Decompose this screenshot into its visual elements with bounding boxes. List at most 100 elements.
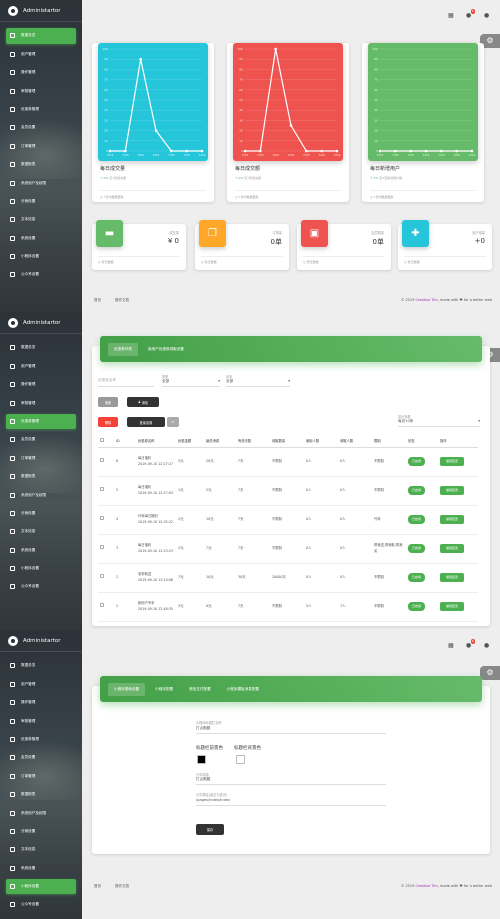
- sidebar-item[interactable]: 公众号设置: [6, 267, 76, 283]
- sidebar-item[interactable]: 文本信息: [6, 842, 76, 858]
- fg-color-swatch[interactable]: [197, 755, 206, 764]
- row-checkbox[interactable]: [100, 545, 104, 550]
- sidebar-item[interactable]: 数据报表: [6, 469, 76, 485]
- sidebar-item[interactable]: 系统设置: [6, 542, 76, 558]
- row-checkbox[interactable]: [100, 487, 104, 492]
- footer-link-docs[interactable]: 操作文档: [115, 298, 129, 302]
- sidebar-item[interactable]: 系统用户及权限: [6, 175, 76, 191]
- delete-button[interactable]: 删除: [98, 417, 118, 427]
- edit-button[interactable]: 编辑配置: [440, 457, 465, 466]
- brand[interactable]: Administartor: [0, 312, 82, 334]
- user-icon[interactable]: ●: [484, 13, 490, 19]
- status-badge[interactable]: 已启用: [408, 457, 426, 466]
- sidebar-item[interactable]: 用户管理: [6, 676, 76, 692]
- sidebar-item[interactable]: 文本信息: [6, 524, 76, 540]
- sidebar-item[interactable]: 系统用户及权限: [6, 805, 76, 821]
- sidebar-item[interactable]: 数据总览: [6, 28, 76, 44]
- status-badge[interactable]: 已启用: [408, 573, 426, 582]
- status-badge[interactable]: 已启用: [408, 486, 426, 495]
- notification-icon[interactable]: ● 6: [466, 9, 475, 19]
- type-select[interactable]: 全部 ▾: [162, 379, 220, 387]
- copyright-link[interactable]: Creative Tim: [415, 884, 437, 888]
- tab-coupon-list[interactable]: 优惠券列表: [108, 342, 138, 356]
- sidebar-item[interactable]: 优惠券管理: [6, 732, 76, 748]
- sidebar-item[interactable]: 公众号设置: [6, 897, 76, 913]
- refresh-icon[interactable]: ⟳: [167, 417, 179, 427]
- copyright-link[interactable]: Creative Tim: [415, 298, 437, 302]
- sidebar-item[interactable]: 系统设置: [6, 860, 76, 876]
- sidebar-item[interactable]: 审核管理: [6, 83, 76, 99]
- sidebar-item[interactable]: 审核管理: [6, 395, 76, 411]
- edit-button[interactable]: 编辑配置: [440, 515, 465, 524]
- sidebar-item[interactable]: 审核管理: [6, 713, 76, 729]
- sidebar-item[interactable]: 会员设置: [6, 750, 76, 766]
- sidebar-item[interactable]: 系统设置: [6, 230, 76, 246]
- sidebar-item[interactable]: 数据报表: [6, 157, 76, 173]
- edit-button[interactable]: 编辑配置: [440, 486, 465, 495]
- share-path-input[interactable]: /pages/index/index: [196, 798, 386, 806]
- sidebar-item[interactable]: 会员设置: [6, 120, 76, 136]
- sidebar: Administartor 数据总览用户管理操作管理审核管理优惠券管理会员设置订…: [0, 630, 82, 919]
- sidebar-item[interactable]: 分销设置: [6, 506, 76, 522]
- batch-button[interactable]: 批量设置: [127, 417, 165, 427]
- pagesize-select[interactable]: 每页10条 ▾: [398, 419, 480, 427]
- edit-button[interactable]: 编辑配置: [440, 573, 465, 582]
- sidebar-item[interactable]: 数据总览: [6, 340, 76, 356]
- tab-basic-settings[interactable]: 小程序基础设置: [108, 682, 146, 696]
- dashboard-icon[interactable]: ▦: [448, 13, 454, 19]
- tab-template-msg[interactable]: 小程序模板消息配置: [221, 683, 265, 696]
- tab-mini-config[interactable]: 小程序配置: [149, 683, 179, 696]
- status-badge[interactable]: 已启用: [408, 602, 426, 611]
- sidebar-item[interactable]: 操作管理: [6, 65, 76, 81]
- row-checkbox[interactable]: [100, 603, 104, 608]
- search-button[interactable]: 搜索: [98, 397, 118, 407]
- sidebar-item[interactable]: 优惠券管理: [6, 413, 76, 430]
- select-all-checkbox[interactable]: [100, 438, 104, 443]
- sidebar-item[interactable]: 分销设置: [6, 194, 76, 210]
- sidebar-item[interactable]: 操作管理: [6, 695, 76, 711]
- sidebar-item[interactable]: 小程序设置: [6, 561, 76, 577]
- bg-color-swatch[interactable]: [236, 755, 245, 764]
- sidebar-item[interactable]: 系统用户及权限: [6, 487, 76, 503]
- brand[interactable]: Administartor: [0, 0, 82, 22]
- row-checkbox[interactable]: [100, 574, 104, 579]
- add-button[interactable]: ♟ 添加: [127, 397, 159, 407]
- row-checkbox[interactable]: [100, 458, 104, 463]
- sidebar-item[interactable]: 会员设置: [6, 432, 76, 448]
- sidebar-item[interactable]: 数据总览: [6, 658, 76, 674]
- sidebar-item[interactable]: 分销设置: [6, 824, 76, 840]
- x-tick-label: 7/02: [153, 153, 160, 157]
- user-icon[interactable]: ●: [484, 643, 490, 649]
- save-button[interactable]: 保存: [196, 824, 224, 835]
- brand[interactable]: Administartor: [0, 630, 82, 652]
- sidebar-item[interactable]: 公众号设置: [6, 579, 76, 595]
- sidebar-item[interactable]: 订单管理: [6, 138, 76, 154]
- edit-button[interactable]: 编辑配置: [440, 544, 465, 553]
- notification-icon[interactable]: ● 6: [466, 639, 475, 649]
- dashboard-icon[interactable]: ▦: [448, 643, 454, 649]
- title-name-input[interactable]: 打点跑腿: [196, 726, 386, 734]
- sidebar-item[interactable]: 订单管理: [6, 450, 76, 466]
- sidebar-item[interactable]: 小程序设置: [6, 249, 76, 265]
- coupon-search-input[interactable]: 优惠券名称: [98, 378, 154, 387]
- status-select[interactable]: 全部 ▾: [226, 379, 290, 387]
- settings-gear-icon[interactable]: ⚙: [480, 666, 500, 680]
- sidebar-item[interactable]: 文本信息: [6, 212, 76, 228]
- status-badge[interactable]: 已启用: [408, 544, 426, 553]
- sidebar-item[interactable]: 优惠券管理: [6, 102, 76, 118]
- tab-wechat-pay[interactable]: 微信支付配置: [183, 683, 217, 696]
- share-title-input[interactable]: 打点跑腿: [196, 777, 386, 785]
- sidebar-item[interactable]: 小程序设置: [6, 878, 76, 895]
- sidebar-item[interactable]: 用户管理: [6, 46, 76, 62]
- footer-link-docs[interactable]: 操作文档: [115, 884, 129, 888]
- edit-button[interactable]: 编辑配置: [440, 602, 465, 611]
- sidebar-item[interactable]: 订单管理: [6, 768, 76, 784]
- tab-new-user-coupon[interactable]: 新用户优惠券领取设置: [142, 343, 190, 356]
- sidebar-item[interactable]: 数据报表: [6, 787, 76, 803]
- sidebar-item[interactable]: 操作管理: [6, 377, 76, 393]
- sidebar-item[interactable]: 用户管理: [6, 358, 76, 374]
- status-badge[interactable]: 已启用: [408, 515, 426, 524]
- footer-link-home[interactable]: 首页: [94, 884, 101, 888]
- row-checkbox[interactable]: [100, 516, 104, 521]
- footer-link-home[interactable]: 首页: [94, 298, 101, 302]
